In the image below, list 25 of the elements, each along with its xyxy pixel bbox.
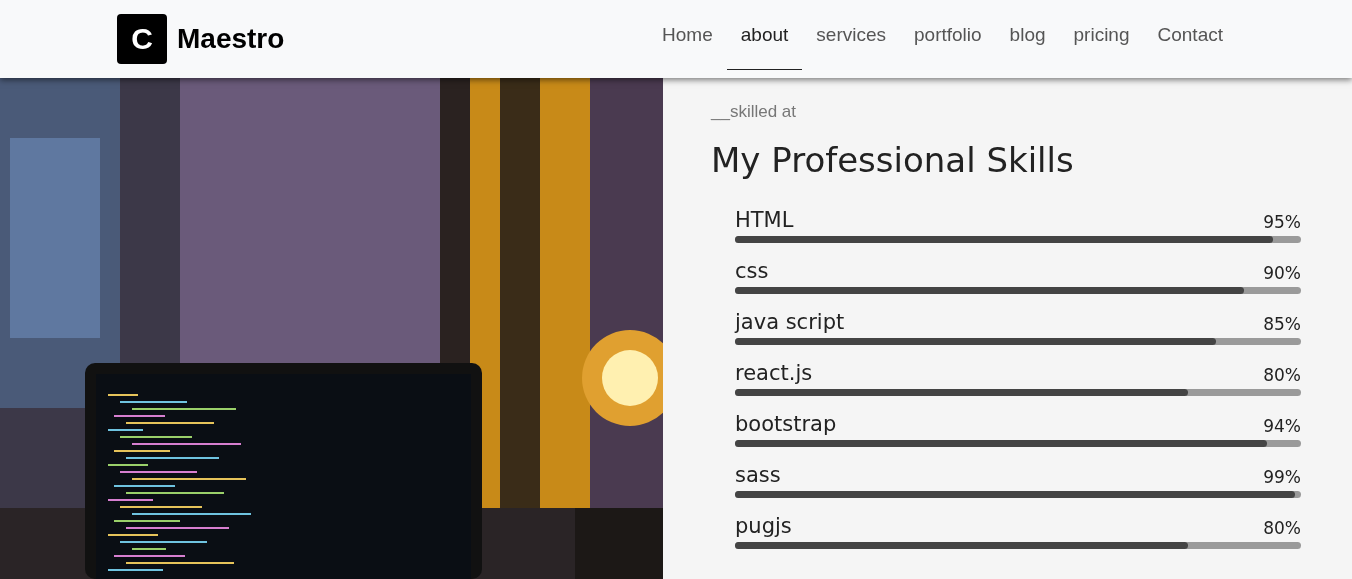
- skill-name: react.js: [735, 361, 813, 385]
- section-title: My Professional Skills: [711, 140, 1075, 180]
- nav-link[interactable]: services: [802, 0, 900, 70]
- skill-name: HTML: [735, 208, 794, 232]
- skill-name: bootstrap: [735, 412, 837, 436]
- skill-percent: 90%: [1263, 263, 1301, 283]
- logo-icon: C: [117, 14, 167, 64]
- skill-name: sass: [735, 463, 781, 487]
- nav-link[interactable]: about: [726, 0, 803, 70]
- skill-percent: 94%: [1263, 416, 1301, 436]
- skill-percent: 95%: [1263, 212, 1301, 232]
- skill-percent: 85%: [1263, 314, 1301, 334]
- skill-name: css: [735, 259, 769, 283]
- nav-link[interactable]: blog: [995, 0, 1060, 70]
- nav-link[interactable]: Contact: [1143, 0, 1237, 70]
- skill-percent: 80%: [1263, 365, 1301, 385]
- skill-name: java script: [735, 310, 845, 334]
- skill-name: pugjs: [735, 514, 792, 538]
- skill-percent: 99%: [1263, 467, 1301, 487]
- section-eyebrow: __skilled at: [711, 102, 798, 122]
- skill-percent: 80%: [1263, 518, 1301, 538]
- nav-link[interactable]: portfolio: [900, 0, 996, 70]
- nav-link[interactable]: Home: [648, 0, 727, 70]
- brand-name: Maestro: [177, 23, 285, 55]
- nav-link[interactable]: pricing: [1059, 0, 1144, 70]
